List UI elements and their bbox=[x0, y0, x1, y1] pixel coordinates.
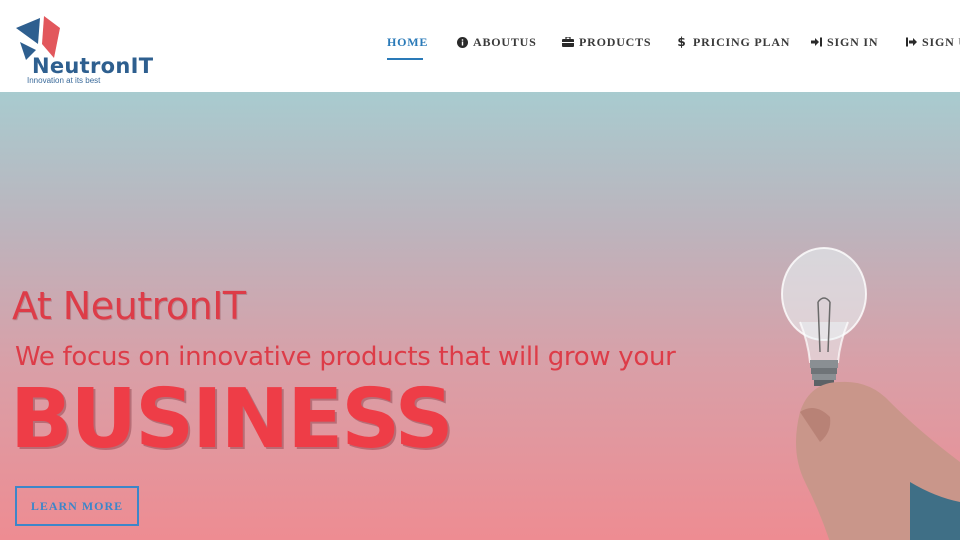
hero-intro: At NeutronIT bbox=[12, 284, 246, 328]
nav-pricing-plan[interactable]: $ PRICING PLAN bbox=[676, 34, 790, 50]
sign-in-icon bbox=[810, 36, 822, 48]
learn-more-button[interactable]: LEARN MORE bbox=[15, 486, 139, 526]
dollar-icon: $ bbox=[677, 35, 687, 49]
nav-products-label: PRODUCTS bbox=[579, 34, 652, 49]
nav-aboutus-label: ABOUTUS bbox=[473, 34, 537, 49]
main-nav: HOME ABOUTUS PRODUCTS $ PRICING PLAN SIG… bbox=[0, 0, 960, 92]
hand-holding-lightbulb-icon bbox=[781, 247, 960, 540]
info-circle-icon bbox=[456, 36, 468, 48]
nav-sign-in-label: SIGN IN bbox=[827, 34, 879, 49]
nav-home[interactable]: HOME bbox=[387, 34, 428, 50]
hero-subtitle: We focus on innovative products that wil… bbox=[15, 342, 676, 372]
nav-aboutus[interactable]: ABOUTUS bbox=[456, 34, 537, 50]
nav-sign-in[interactable]: SIGN IN bbox=[810, 34, 878, 50]
nav-sign-up[interactable]: SIGN U bbox=[905, 34, 960, 50]
active-nav-indicator bbox=[387, 58, 423, 60]
hero-headline: BUSINESS bbox=[10, 372, 454, 467]
nav-products[interactable]: PRODUCTS bbox=[562, 34, 651, 50]
nav-home-label: HOME bbox=[387, 34, 429, 49]
hero-banner: At NeutronIT We focus on innovative prod… bbox=[0, 92, 960, 540]
nav-sign-up-label: SIGN U bbox=[922, 34, 960, 49]
sign-up-icon bbox=[905, 36, 917, 48]
nav-pricing-plan-label: PRICING PLAN bbox=[693, 34, 791, 49]
briefcase-icon bbox=[562, 36, 574, 48]
site-header: NeutronIT Innovation at its best HOME AB… bbox=[0, 0, 960, 92]
